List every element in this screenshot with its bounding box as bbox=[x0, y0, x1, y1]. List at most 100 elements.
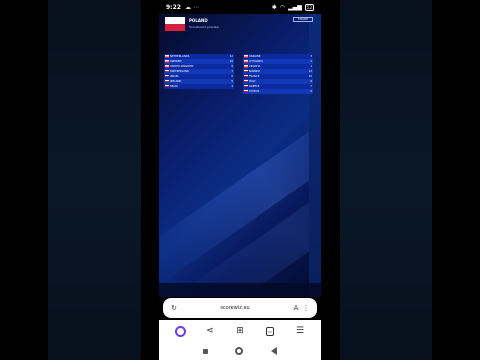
flag-icon bbox=[165, 60, 169, 63]
country-name: POLAND bbox=[189, 18, 208, 23]
flag-icon bbox=[165, 75, 169, 78]
screen: 9:22 ☁ ⋯ ✱ ◠ ▂▄▆ 52 POLAND Scoreboard pr… bbox=[0, 0, 480, 360]
notification-icons: ☁ ⋯ bbox=[185, 4, 199, 11]
footer-band bbox=[159, 283, 321, 297]
score-points: 2 bbox=[310, 59, 312, 63]
flag-icon bbox=[165, 80, 169, 83]
score-country: NORWAY bbox=[249, 69, 261, 73]
tabs-count-icon: ▭ bbox=[266, 326, 274, 336]
page-subtitle: Scoreboard preview bbox=[189, 25, 219, 29]
phone-screen: 9:22 ☁ ⋯ ✱ ◠ ▂▄▆ 52 POLAND Scoreboard pr… bbox=[159, 0, 321, 360]
flag-icon bbox=[244, 65, 248, 68]
flag-icon bbox=[244, 75, 248, 78]
score-row: NORWAY 12 bbox=[243, 68, 313, 74]
flag-icon bbox=[165, 85, 169, 88]
more-vertical-icon[interactable]: ⋮ bbox=[301, 304, 311, 312]
score-points: 3 bbox=[310, 54, 312, 58]
browser-toolbar: ⋖ ⊞ ▭ ☰ bbox=[159, 320, 321, 342]
flag-icon bbox=[244, 80, 248, 83]
score-country: SWITZERLAND bbox=[170, 69, 189, 73]
score-row: UKRAINE 3 bbox=[243, 54, 313, 59]
score-points: 6 bbox=[231, 74, 233, 78]
score-row: GREECE 7 bbox=[243, 83, 313, 89]
score-points: 12 bbox=[229, 54, 233, 58]
page-header: POLAND Scoreboard preview SHARE bbox=[165, 17, 315, 41]
score-row: LITHUANIA 2 bbox=[243, 58, 313, 64]
blurred-background-left bbox=[48, 0, 141, 360]
score-row: CYPRUS 6 bbox=[243, 88, 313, 94]
score-row: SPAIN 4 bbox=[164, 83, 234, 89]
alice-assistant-icon bbox=[174, 325, 186, 337]
flag-icon bbox=[165, 65, 169, 68]
menu-button[interactable]: ☰ bbox=[292, 323, 308, 339]
score-country: NETHERLANDS bbox=[170, 54, 190, 58]
recents-button[interactable] bbox=[202, 348, 208, 354]
home-button[interactable] bbox=[235, 347, 244, 355]
score-country: CYPRUS bbox=[249, 89, 260, 93]
reload-icon[interactable]: ↻ bbox=[169, 304, 179, 312]
poland-flag-icon bbox=[165, 17, 185, 31]
score-country: ITALY bbox=[249, 79, 256, 83]
alice-button[interactable] bbox=[172, 323, 188, 339]
share-icon: ⋖ bbox=[206, 326, 214, 336]
header-button[interactable]: SHARE bbox=[293, 17, 313, 22]
flag-icon bbox=[244, 70, 248, 73]
plus-square-icon: ⊞ bbox=[236, 326, 244, 336]
score-row: UNITED KINGDOM 8 bbox=[164, 63, 234, 69]
dots-icon: ⋯ bbox=[192, 3, 199, 11]
score-country: UNITED KINGDOM bbox=[170, 64, 194, 68]
wifi-icon: ◠ bbox=[279, 3, 286, 11]
scores-column-left: NETHERLANDS 12 SWEDEN 10 UNITED KINGDOM 8 S… bbox=[164, 54, 234, 89]
status-bar: 9:22 ☁ ⋯ ✱ ◠ ▂▄▆ 52 bbox=[159, 0, 321, 14]
score-points: 7 bbox=[310, 84, 312, 88]
share-button[interactable]: ⋖ bbox=[202, 323, 218, 339]
score-country: FRANCE bbox=[249, 74, 260, 78]
new-tab-button[interactable]: ⊞ bbox=[232, 323, 248, 339]
system-navigation-bar bbox=[159, 342, 321, 360]
score-row: ISRAEL 6 bbox=[164, 73, 234, 79]
score-row: NETHERLANDS 12 bbox=[164, 54, 234, 59]
hamburger-menu-icon: ☰ bbox=[295, 326, 305, 336]
score-points: 10 bbox=[229, 59, 233, 63]
score-country: CROATIA bbox=[249, 64, 261, 68]
score-points: 8 bbox=[310, 79, 312, 83]
score-row: IRELAND 5 bbox=[164, 78, 234, 84]
score-row: SWITZERLAND 7 bbox=[164, 68, 234, 74]
web-content[interactable]: POLAND Scoreboard preview SHARE NETHERLA… bbox=[159, 14, 321, 297]
flag-icon bbox=[244, 90, 248, 93]
score-points: 10 bbox=[308, 74, 312, 78]
url-text[interactable]: scorewiz.eu bbox=[179, 305, 291, 311]
flag-icon bbox=[165, 55, 169, 58]
scores-column-right: UKRAINE 3 LITHUANIA 2 CROATIA 1 NORWAY 12 FR… bbox=[243, 54, 313, 94]
score-points: 7 bbox=[231, 69, 233, 73]
flag-icon bbox=[165, 70, 169, 73]
flag-icon bbox=[244, 60, 248, 63]
score-country: UKRAINE bbox=[249, 54, 261, 58]
battery-icon: 52 bbox=[304, 3, 314, 11]
score-country: SWEDEN bbox=[170, 59, 182, 63]
score-country: SPAIN bbox=[170, 84, 178, 88]
bluetooth-icon: ✱ bbox=[271, 3, 277, 11]
flag-icon bbox=[244, 85, 248, 88]
back-button[interactable] bbox=[271, 347, 278, 355]
score-row: SWEDEN 10 bbox=[164, 58, 234, 64]
translate-icon[interactable]: A bbox=[291, 304, 301, 312]
score-points: 6 bbox=[310, 89, 312, 93]
score-row: ITALY 8 bbox=[243, 78, 313, 84]
score-row: FRANCE 10 bbox=[243, 73, 313, 79]
status-time: 9:22 bbox=[166, 3, 181, 11]
score-country: IRELAND bbox=[170, 79, 182, 83]
score-points: 1 bbox=[310, 64, 312, 68]
score-points: 4 bbox=[231, 84, 233, 88]
system-icons: ✱ ◠ ▂▄▆ 52 bbox=[271, 3, 314, 11]
address-bar[interactable]: ↻ scorewiz.eu A ⋮ bbox=[163, 298, 317, 318]
score-points: 8 bbox=[231, 64, 233, 68]
score-country: GREECE bbox=[249, 84, 260, 88]
score-points: 12 bbox=[308, 69, 312, 73]
score-country: LITHUANIA bbox=[249, 59, 263, 63]
score-country: ISRAEL bbox=[170, 74, 179, 78]
score-row: CROATIA 1 bbox=[243, 63, 313, 69]
blurred-background-right bbox=[340, 0, 432, 360]
tabs-button[interactable]: ▭ bbox=[262, 323, 278, 339]
signal-icon: ▂▄▆ bbox=[288, 3, 302, 11]
